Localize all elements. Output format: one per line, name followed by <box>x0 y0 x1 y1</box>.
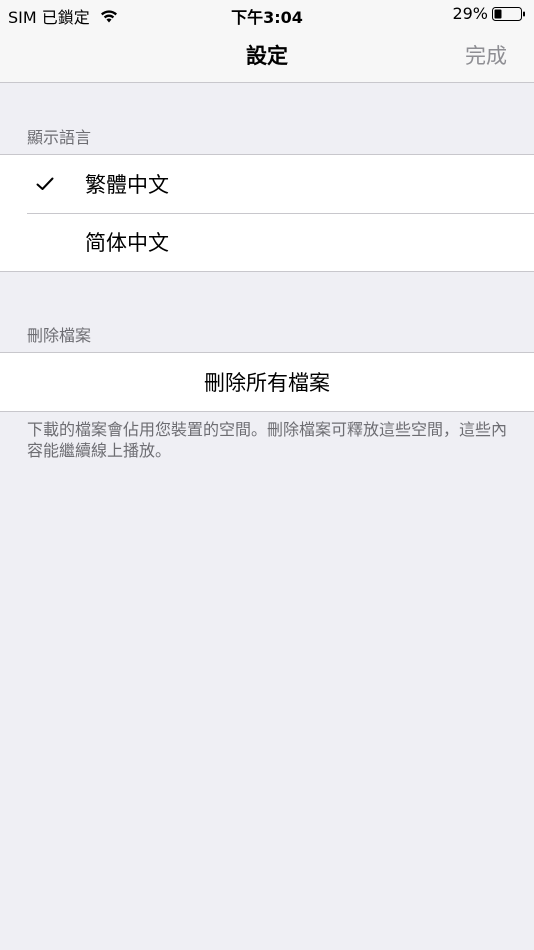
battery-percent: 29% <box>452 4 488 23</box>
check-slot <box>0 177 85 191</box>
delete-all-files-label: 刪除所有檔案 <box>204 371 330 395</box>
delete-section-header: 刪除檔案 <box>27 326 92 345</box>
page-title: 設定 <box>246 44 288 68</box>
delete-group: 刪除所有檔案 <box>0 352 534 412</box>
language-option-traditional[interactable]: 繁體中文 <box>0 155 534 213</box>
language-option-label: 简体中文 <box>85 231 169 255</box>
battery-icon <box>492 6 525 21</box>
status-right: 29% <box>452 4 526 23</box>
settings-screen: SIM 已鎖定 下午3:04 29% 設定 完成 顯示語言 繁體中文 简体中文 … <box>0 0 534 950</box>
language-option-label: 繁體中文 <box>85 173 169 197</box>
done-button[interactable]: 完成 <box>465 40 507 70</box>
delete-footer-note: 下載的檔案會佔用您裝置的空間。刪除檔案可釋放這些空間，這些內容能繼續線上播放。 <box>27 420 508 460</box>
battery-fill <box>494 9 502 18</box>
status-bar: SIM 已鎖定 下午3:04 29% <box>0 0 534 28</box>
language-options-group: 繁體中文 简体中文 <box>0 154 534 272</box>
language-option-simplified[interactable]: 简体中文 <box>0 213 534 271</box>
delete-all-files-button[interactable]: 刪除所有檔案 <box>0 353 534 411</box>
language-section-header: 顯示語言 <box>27 128 92 147</box>
checkmark-icon <box>36 177 54 190</box>
navigation-bar: 設定 完成 <box>0 28 534 83</box>
